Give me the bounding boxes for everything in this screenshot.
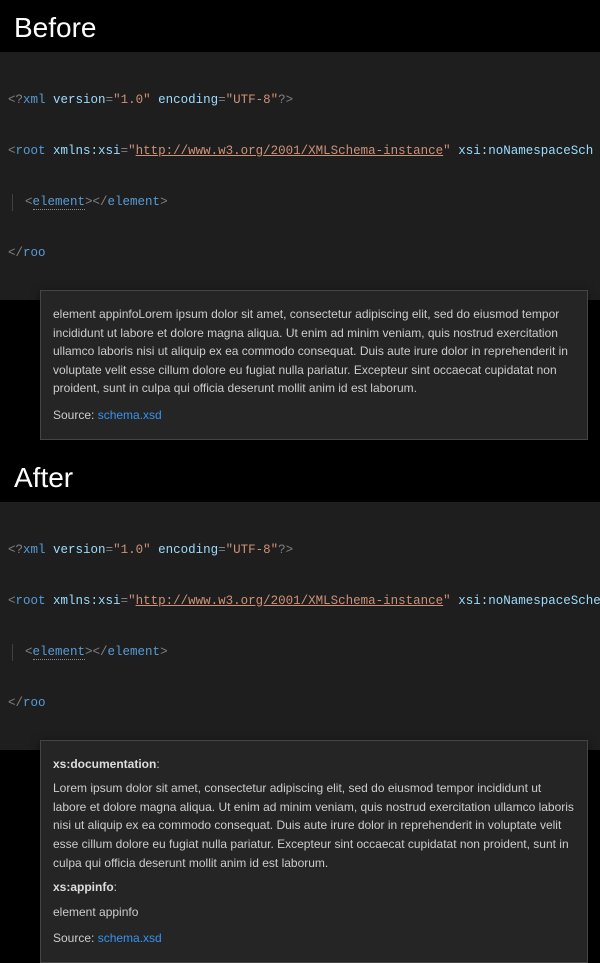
code-line-4: </roo — [6, 695, 600, 712]
xs-documentation-label: xs:documentation: — [53, 755, 575, 774]
code-line-3: <element></element> — [6, 644, 600, 661]
after-section: After <?xml version="1.0" encoding="UTF-… — [0, 450, 600, 963]
source-link-after[interactable]: schema.xsd — [98, 931, 162, 945]
element-tag-close: element — [108, 195, 161, 209]
val-encoding: "UTF-8" — [226, 93, 279, 107]
before-section: Before <?xml version="1.0" encoding="UTF… — [0, 0, 600, 440]
before-title: Before — [0, 0, 600, 52]
val-version: "1.0" — [113, 93, 151, 107]
source-link-before[interactable]: schema.xsd — [98, 408, 162, 422]
attr-xmlns-xsi: xmlns:xsi — [53, 144, 121, 158]
xml-decl-open: <? — [8, 93, 23, 107]
xml-decl-tag: xml — [23, 93, 46, 107]
schema-url-link[interactable]: http://www.w3.org/2001/XMLSchema-instanc… — [136, 144, 444, 158]
code-line-2: <root xmlns:xsi="http://www.w3.org/2001/… — [6, 143, 600, 160]
hover-tooltip-after: xs:documentation: Lorem ipsum dolor sit … — [40, 740, 588, 963]
xs-appinfo-text: element appinfo — [53, 903, 575, 922]
xs-appinfo-label: xs:appinfo: — [53, 878, 575, 897]
code-line-1: <?xml version="1.0" encoding="UTF-8"?> — [6, 542, 600, 559]
code-line-2: <root xmlns:xsi="http://www.w3.org/2001/… — [6, 593, 600, 610]
root-close-tag: roo — [23, 246, 46, 260]
attr-nonamespace: xsi:noNamespaceSch — [458, 144, 593, 158]
xml-decl-close: ?> — [278, 93, 293, 107]
attr-version: version — [53, 93, 106, 107]
after-code-editor[interactable]: <?xml version="1.0" encoding="UTF-8"?> <… — [0, 502, 600, 750]
hover-source-before: Source: schema.xsd — [53, 406, 575, 425]
xs-documentation-text: Lorem ipsum dolor sit amet, consectetur … — [53, 779, 575, 872]
after-title: After — [0, 450, 600, 502]
before-code-editor[interactable]: <?xml version="1.0" encoding="UTF-8"?> <… — [0, 52, 600, 300]
code-line-3: <element></element> — [6, 194, 600, 211]
attr-encoding: encoding — [158, 93, 218, 107]
hover-source-after: Source: schema.xsd — [53, 929, 575, 948]
code-line-4: </roo — [6, 245, 600, 262]
hover-text-before: element appinfoLorem ipsum dolor sit ame… — [53, 305, 575, 398]
root-tag: root — [16, 144, 46, 158]
element-tag-open[interactable]: element — [33, 645, 86, 660]
code-line-1: <?xml version="1.0" encoding="UTF-8"?> — [6, 92, 600, 109]
element-tag-open[interactable]: element — [33, 195, 86, 210]
hover-tooltip-before: element appinfoLorem ipsum dolor sit ame… — [40, 290, 588, 440]
schema-url-link[interactable]: http://www.w3.org/2001/XMLSchema-instanc… — [136, 594, 444, 608]
